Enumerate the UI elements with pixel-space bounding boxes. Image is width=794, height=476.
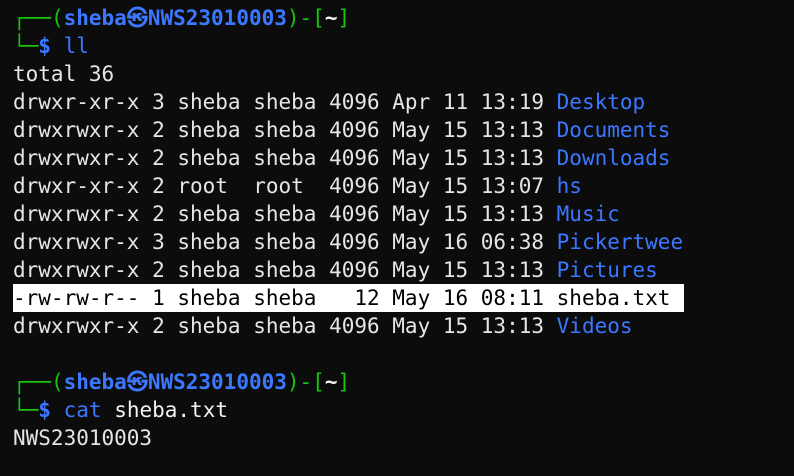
ls-row-name: sheba.txt xyxy=(556,286,671,310)
prompt-corner: ┌── xyxy=(13,6,51,30)
ls-row-meta: drwxrwxr-x 2 sheba sheba 4096 May 15 13:… xyxy=(13,202,557,226)
prompt-host: NWS23010003 xyxy=(147,370,287,394)
command-text: ll xyxy=(63,34,89,58)
ls-row-meta: drwxr-xr-x 2 root root 4096 May 15 13:07 xyxy=(13,174,557,198)
ls-row: drwxrwxr-x 3 sheba sheba 4096 May 16 06:… xyxy=(13,228,683,256)
ls-row-meta: drwxrwxr-x 3 sheba sheba 4096 May 16 06:… xyxy=(13,230,557,254)
selection-highlight: -rw-rw-r-- 1 sheba sheba 12 May 16 08:11… xyxy=(13,284,685,312)
terminal-window[interactable]: ┌──(sheba㉿NWS23010003)-[~] └─$ ll total … xyxy=(0,0,794,476)
ls-row-name: Pickertwee xyxy=(556,230,684,254)
cat-output: NWS23010003 xyxy=(13,426,153,450)
ls-row: drwxrwxr-x 2 sheba sheba 4096 May 15 13:… xyxy=(13,200,620,228)
ls-row: drwxr-xr-x 2 root root 4096 May 15 13:07… xyxy=(13,172,582,200)
prompt-user: sheba xyxy=(63,6,127,30)
prompt-cwd: ~ xyxy=(324,370,338,394)
ls-row-name: Downloads xyxy=(556,146,671,170)
ls-row: -rw-rw-r-- 1 sheba sheba 12 May 16 08:11… xyxy=(13,284,685,312)
skull-icon: ㉿ xyxy=(126,6,148,30)
prompt-2-header: ┌──(sheba㉿NWS23010003)-[~] xyxy=(13,370,351,394)
ls-row: drwxrwxr-x 2 sheba sheba 4096 May 15 13:… xyxy=(13,312,633,340)
ls-row-name: Music xyxy=(556,202,620,226)
prompt-host: NWS23010003 xyxy=(147,6,287,30)
ls-row-name: Videos xyxy=(556,314,633,338)
command-text: cat xyxy=(63,398,102,422)
ls-row-meta: drwxrwxr-x 2 sheba sheba 4096 May 15 13:… xyxy=(13,118,557,142)
prompt-1-header: ┌──(sheba㉿NWS23010003)-[~] xyxy=(13,6,351,30)
ls-row-meta: drwxrwxr-x 2 sheba sheba 4096 May 15 13:… xyxy=(13,314,557,338)
ls-row-name: Desktop xyxy=(556,90,646,114)
ls-row: drwxrwxr-x 2 sheba sheba 4096 May 15 13:… xyxy=(13,256,658,284)
ls-row: drwxrwxr-x 2 sheba sheba 4096 May 15 13:… xyxy=(13,144,670,172)
ls-row-name: hs xyxy=(556,174,582,198)
prompt-2-command-line: └─$ cat sheba.txt xyxy=(13,398,228,422)
ls-row-name: Documents xyxy=(556,118,671,142)
ls-row-meta: -rw-rw-r-- 1 sheba sheba 12 May 16 08:11 xyxy=(13,286,557,310)
prompt-corner-bottom: └─ xyxy=(13,34,39,58)
ls-row-meta: drwxr-xr-x 3 sheba sheba 4096 Apr 11 13:… xyxy=(13,90,557,114)
prompt-dollar: $ xyxy=(38,34,51,58)
ls-row: drwxrwxr-x 2 sheba sheba 4096 May 15 13:… xyxy=(13,116,670,144)
ls-row-meta: drwxrwxr-x 2 sheba sheba 4096 May 15 13:… xyxy=(13,258,557,282)
prompt-dollar: $ xyxy=(38,398,51,422)
skull-icon: ㉿ xyxy=(126,370,148,394)
prompt-user: sheba xyxy=(63,370,127,394)
prompt-1-command-line: └─$ ll xyxy=(13,32,89,60)
ls-row-meta: drwxrwxr-x 2 sheba sheba 4096 May 15 13:… xyxy=(13,146,557,170)
ls-row: drwxr-xr-x 3 sheba sheba 4096 Apr 11 13:… xyxy=(13,88,645,116)
ls-row-name: Pictures xyxy=(556,258,658,282)
prompt-cwd: ~ xyxy=(324,6,338,30)
command-arg: sheba.txt xyxy=(114,398,228,422)
ls-total: total 36 xyxy=(13,62,115,86)
